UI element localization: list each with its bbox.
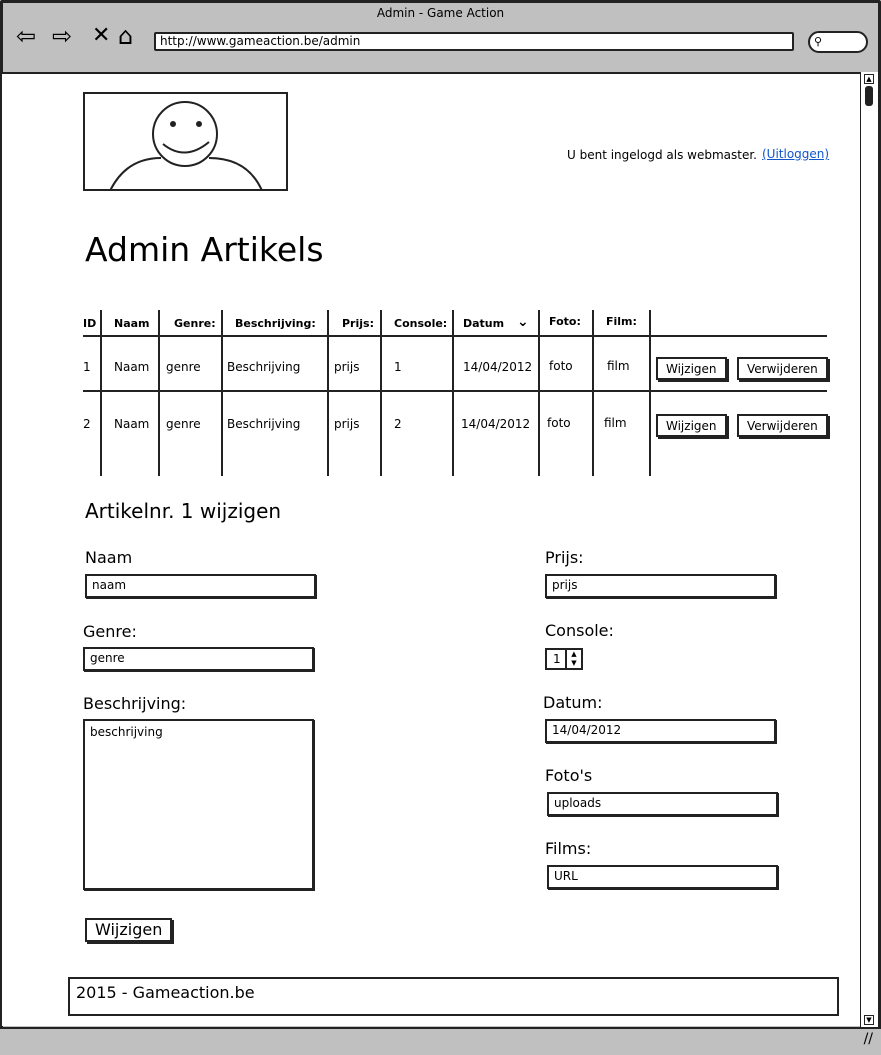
cell-foto: foto	[549, 359, 573, 373]
prijs-label: Prijs:	[545, 548, 584, 567]
sort-chevron-down-icon[interactable]: ⌄	[517, 314, 529, 330]
edit-button[interactable]: Wijzigen	[656, 414, 727, 437]
home-icon[interactable]: ⌂	[118, 22, 133, 50]
cell-naam: Naam	[114, 360, 150, 374]
col-naam: Naam	[114, 317, 150, 330]
cell-datum: 14/04/2012	[463, 360, 533, 374]
col-foto: Foto:	[549, 315, 581, 328]
beschrijving-label: Beschrijving:	[83, 694, 187, 713]
cell-beschrijving: Beschrijving	[227, 417, 301, 431]
cell-genre: genre	[166, 360, 201, 374]
cell-datum: 14/04/2012	[461, 417, 531, 431]
fotos-label: Foto's	[545, 766, 593, 785]
prijs-input[interactable]: prijs	[545, 574, 776, 598]
col-datum[interactable]: Datum	[463, 317, 504, 330]
cell-film: film	[607, 359, 630, 373]
scroll-down-icon[interactable]: ▼	[864, 1015, 874, 1025]
beschrijving-textarea[interactable]: beschrijving	[83, 719, 314, 890]
page-title: Admin Artikels	[85, 230, 324, 269]
naam-label: Naam	[85, 548, 133, 567]
genre-input[interactable]: genre	[83, 647, 314, 671]
console-value: 1	[553, 652, 561, 666]
console-stepper[interactable]: 1 ▲ ▼	[545, 648, 583, 670]
delete-button[interactable]: Verwijderen	[737, 414, 828, 437]
login-status: U bent ingelogd als webmaster.	[567, 148, 757, 162]
films-label: Films:	[545, 839, 592, 858]
naam-input[interactable]: naam	[85, 574, 316, 598]
scroll-thumb[interactable]	[865, 86, 873, 106]
cell-naam: Naam	[114, 417, 150, 431]
status-bar: //	[0, 1027, 881, 1055]
datum-input[interactable]: 14/04/2012	[545, 719, 776, 743]
cell-film: film	[604, 416, 627, 430]
films-input[interactable]: URL	[547, 865, 778, 889]
cell-id: 2	[83, 417, 91, 431]
genre-label: Genre:	[83, 622, 137, 641]
cell-foto: foto	[547, 416, 571, 430]
cell-console: 1	[394, 360, 402, 374]
address-bar[interactable]: http://www.gameaction.be/admin	[154, 32, 794, 51]
cell-prijs: prijs	[334, 417, 360, 431]
console-label: Console:	[545, 621, 614, 640]
scrollbar[interactable]: ▲ ▼	[860, 72, 878, 1027]
form-title: Artikelnr. 1 wijzigen	[85, 499, 282, 523]
edit-button[interactable]: Wijzigen	[656, 357, 727, 380]
col-id: ID	[83, 317, 97, 330]
fotos-input[interactable]: uploads	[547, 792, 778, 816]
cell-prijs: prijs	[334, 360, 360, 374]
datum-label: Datum:	[543, 693, 603, 712]
resize-grip-icon[interactable]: //	[864, 1031, 873, 1047]
stop-icon[interactable]: ✕	[92, 22, 110, 50]
logo-image	[83, 92, 288, 191]
col-beschrijving: Beschrijving:	[235, 317, 316, 330]
submit-button[interactable]: Wijzigen	[85, 918, 173, 942]
window-title: Admin - Game Action	[376, 6, 505, 20]
cell-beschrijving: Beschrijving	[227, 360, 301, 374]
cell-id: 1	[83, 360, 91, 374]
col-console: Console:	[394, 317, 448, 330]
col-film: Film:	[606, 315, 637, 328]
forward-icon[interactable]: ⇨	[52, 22, 72, 50]
scroll-up-icon[interactable]: ▲	[864, 74, 874, 84]
delete-button[interactable]: Verwijderen	[737, 357, 828, 380]
footer-text: 2015 - Gameaction.be	[76, 983, 255, 1002]
footer: 2015 - Gameaction.be	[68, 977, 839, 1016]
cell-console: 2	[394, 417, 402, 431]
stepper-arrows-icon[interactable]: ▲ ▼	[565, 650, 581, 668]
back-icon[interactable]: ⇦	[16, 22, 36, 50]
search-icon[interactable]: ⚲	[808, 31, 868, 53]
col-genre: Genre:	[174, 317, 216, 330]
col-prijs: Prijs:	[342, 317, 374, 330]
logout-link[interactable]: (Uitloggen)	[762, 147, 829, 161]
cell-genre: genre	[166, 417, 201, 431]
